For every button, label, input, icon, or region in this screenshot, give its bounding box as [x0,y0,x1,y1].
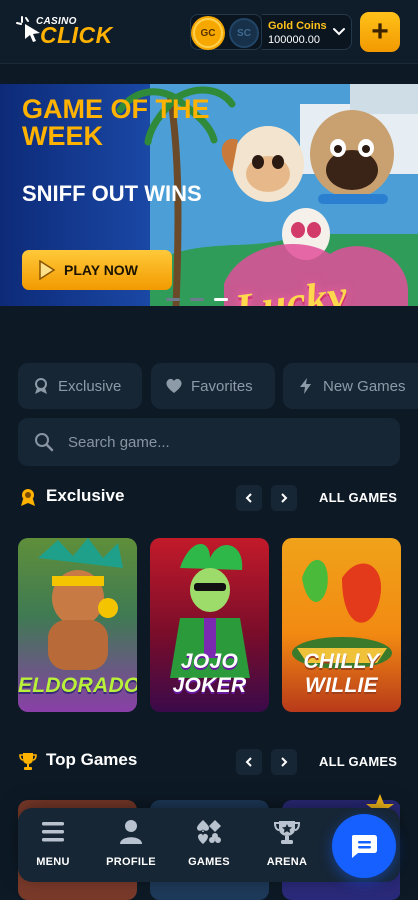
nav-arena-label: ARENA [266,856,308,868]
balance-value: 100000.00 [268,34,320,46]
exclusive-all-games-link[interactable]: ALL GAMES [319,490,397,505]
gold-coin-toggle[interactable]: GC [193,18,223,48]
chevron-right-icon [281,757,288,767]
balance-label: Gold Coins [268,20,327,32]
search-icon [35,433,54,452]
live-chat-button[interactable] [332,814,396,878]
banner-pagination [166,298,256,302]
heart-icon [166,378,182,393]
filter-favorites[interactable]: Favorites [151,363,275,409]
nav-menu-label: MENU [36,856,70,868]
chevron-right-icon [281,493,288,503]
banner-dot[interactable] [190,298,204,301]
nav-profile-label: PROFILE [106,856,156,868]
nav-profile[interactable]: PROFILE [96,818,166,874]
logo-click-text: CLICK [40,22,113,48]
exclusive-title: Exclusive [46,486,125,505]
sweeps-coin-toggle[interactable]: SC [229,18,259,48]
top-games-section-header: Top Games ALL GAMES [18,749,400,775]
play-icon [39,260,56,280]
filter-new-games-label: New Games [323,377,406,395]
top-games-next-button[interactable] [271,749,297,775]
filter-exclusive[interactable]: Exclusive [18,363,142,409]
top-games-all-games-link[interactable]: ALL GAMES [319,754,397,769]
chevron-left-icon [245,493,252,503]
game-tile-jojo-joker[interactable]: JOJO JOKER [150,538,269,712]
game-title: CHILLY WILLIE [303,650,380,697]
banner-title: GAME OF THE WEEK [22,94,210,151]
game-tile-chilly-willie[interactable]: CHILLY WILLIE [282,538,401,712]
banner-subtitle: SNIFF OUT WINS [22,181,202,206]
coin-type-switch: GC SC [190,14,262,50]
filter-new-games[interactable]: New Games [283,363,418,409]
casino-click-logo[interactable]: CASINO CLICK [16,14,126,48]
top-header: CASINO CLICK GC SC Gold Coins 100000.00 … [0,0,418,64]
top-games-prev-button[interactable] [236,749,262,775]
trophy-icon [19,753,37,770]
game-search [18,418,400,466]
filter-favorites-label: Favorites [191,377,253,395]
exclusive-next-button[interactable] [271,485,297,511]
arena-trophy-icon [273,821,301,844]
chevron-left-icon [245,757,252,767]
exclusive-section-header: Exclusive ALL GAMES [18,485,400,511]
banner-dot[interactable] [166,298,180,301]
exclusive-prev-button[interactable] [236,485,262,511]
game-title: ELDORADO [18,674,137,697]
hamburger-icon [42,822,64,842]
balance-dropdown[interactable]: Gold Coins 100000.00 [262,14,352,50]
play-now-label: PLAY NOW [64,262,138,278]
nav-games[interactable]: GAMES [174,818,244,874]
category-filters: Exclusive Favorites New Games [18,363,418,409]
nav-arena[interactable]: ARENA [252,818,322,874]
filter-exclusive-label: Exclusive [58,377,122,395]
card-suits-icon [197,820,221,844]
game-tile-eldorado[interactable]: ELDORADO [18,538,137,712]
game-title: JOJO JOKER [172,650,247,697]
medal-icon [35,378,47,394]
banner-dot-active[interactable] [214,298,228,301]
medal-icon [21,489,35,506]
search-input[interactable] [68,428,378,456]
chevron-down-icon [333,28,345,36]
game-of-the-week-banner[interactable]: GAME OF THE WEEK SNIFF OUT WINS PLAY NOW… [0,84,418,306]
chat-bubble-icon [352,835,377,858]
nav-menu[interactable]: MENU [18,818,88,874]
add-coins-button[interactable]: + [360,12,400,52]
nav-games-label: GAMES [188,856,230,868]
user-icon [120,820,142,844]
play-now-button[interactable]: PLAY NOW [22,250,172,290]
top-games-title: Top Games [46,750,138,769]
lightning-icon [300,378,311,394]
